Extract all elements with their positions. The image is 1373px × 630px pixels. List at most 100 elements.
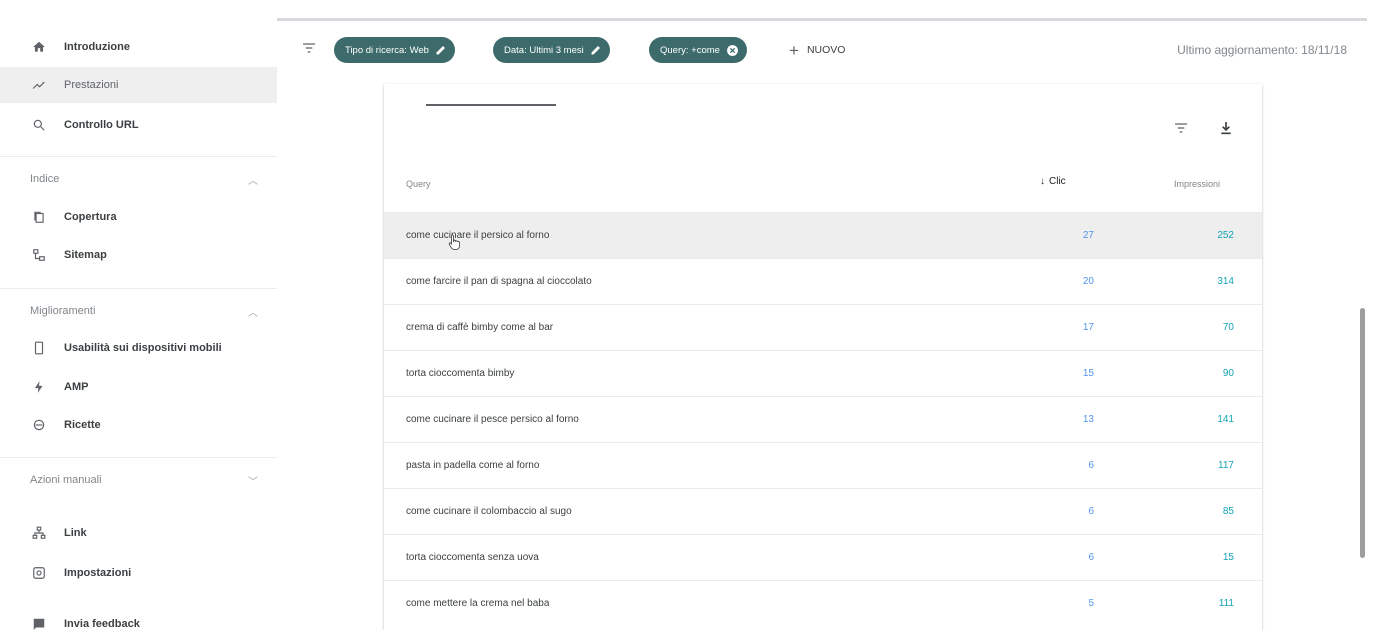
sidebar-item-usabilita[interactable]: Usabilità sui dispositivi mobili [0, 330, 277, 366]
hand-cursor-icon [448, 234, 460, 250]
impressions-cell: 141 [1217, 414, 1234, 425]
table-row[interactable]: come cucinare il persico al forno 27 252 [384, 212, 1262, 258]
sidebar-item-label: Ricette [64, 419, 101, 431]
impressions-cell: 252 [1217, 230, 1234, 241]
sidebar-item-label: Link [64, 527, 87, 539]
section-title: Miglioramenti [30, 305, 96, 317]
new-filter-label: NUOVO [806, 44, 846, 56]
search-icon [30, 116, 48, 134]
sidebar-item-ricette[interactable]: Ricette [0, 407, 277, 443]
copy-icon [30, 208, 48, 226]
clicks-cell: 15 [1082, 368, 1094, 379]
sitemap-icon [30, 246, 48, 264]
chevron-up-icon: ︿ [248, 175, 258, 187]
sidebar-item-impostazioni[interactable]: Impostazioni [0, 555, 277, 591]
query-cell: come cucinare il pesce persico al forno [406, 414, 579, 425]
chip-date[interactable]: Data: Ultimi 3 mesi [493, 37, 610, 63]
table-row[interactable]: torta cioccomenta senza uova 6 15 [384, 534, 1262, 580]
search-console-app: Introduzione Prestazioni Controllo URL I… [0, 0, 1373, 630]
chevron-down-icon: ﹀ [248, 476, 258, 488]
impressions-cell: 85 [1222, 506, 1234, 517]
sidebar-item-copertura[interactable]: Copertura [0, 199, 277, 235]
chip-search-type[interactable]: Tipo di ricerca: Web [334, 37, 455, 63]
query-cell: come cucinare il colombaccio al sugo [406, 506, 572, 517]
phone-icon [30, 339, 48, 357]
active-tab-indicator [426, 104, 556, 106]
sidebar-divider [0, 457, 277, 458]
table-row[interactable]: come cucinare il colombaccio al sugo 6 85 [384, 488, 1262, 534]
table-row[interactable]: pasta in padella come al forno 6 117 [384, 442, 1262, 488]
sidebar-item-label: Introduzione [64, 41, 130, 53]
arrow-down-icon: ↓ [1040, 176, 1045, 187]
clicks-cell: 6 [1088, 460, 1094, 471]
sidebar-item-label: Prestazioni [64, 79, 119, 91]
last-updated: Ultimo aggiornamento: 18/11/18 [1177, 43, 1347, 57]
chip-query[interactable]: Query: +come [649, 37, 747, 63]
chip-label: Query: +come [660, 44, 720, 56]
sidebar-item-label: Invia feedback [64, 618, 140, 630]
section-indice[interactable]: Indice ︿ [0, 164, 277, 194]
top-divider [277, 18, 1367, 21]
sidebar-item-label: Sitemap [64, 249, 107, 261]
trending-up-icon [30, 76, 48, 94]
gear-icon [30, 564, 48, 582]
recipe-icon [30, 416, 48, 434]
query-cell: torta cioccomenta bimby [406, 368, 515, 379]
sidebar-item-label: Controllo URL [64, 119, 139, 131]
close-circle-icon[interactable] [726, 44, 739, 57]
column-header-query[interactable]: Query [406, 179, 431, 189]
impressions-cell: 111 [1218, 598, 1234, 609]
query-cell: come farcire il pan di spagna al cioccol… [406, 276, 592, 287]
query-cell: come mettere la crema nel baba [406, 598, 550, 609]
section-title: Azioni manuali [30, 474, 102, 486]
sidebar-item-introduzione[interactable]: Introduzione [0, 29, 277, 65]
chip-label: Data: Ultimi 3 mesi [504, 44, 584, 56]
clicks-cell: 13 [1082, 414, 1094, 425]
sidebar-item-prestazioni[interactable]: Prestazioni [0, 67, 277, 103]
section-miglioramenti[interactable]: Miglioramenti ︿ [0, 296, 277, 326]
feedback-icon [30, 615, 48, 630]
bolt-icon [30, 378, 48, 396]
sidebar: Introduzione Prestazioni Controllo URL I… [0, 0, 277, 630]
filter-bar: Tipo di ricerca: Web Data: Ultimi 3 mesi… [277, 26, 1373, 74]
impressions-cell: 70 [1222, 322, 1234, 333]
impressions-cell: 90 [1222, 368, 1234, 379]
section-azioni-manuali[interactable]: Azioni manuali ﹀ [0, 465, 277, 495]
impressions-cell: 15 [1222, 552, 1234, 563]
new-filter-button[interactable]: + NUOVO [789, 39, 845, 61]
query-cell: come cucinare il persico al forno [406, 230, 550, 241]
impressions-cell: 117 [1218, 460, 1234, 471]
sidebar-item-feedback[interactable]: Invia feedback [0, 606, 277, 630]
sidebar-item-amp[interactable]: AMP [0, 369, 277, 405]
query-cell: pasta in padella come al forno [406, 460, 540, 471]
sidebar-divider [0, 156, 277, 157]
clicks-cell: 20 [1082, 276, 1094, 287]
sidebar-divider [0, 288, 277, 289]
download-icon[interactable] [1218, 120, 1236, 138]
sidebar-item-controllo-url[interactable]: Controllo URL [0, 107, 277, 143]
queries-card: Query ↓ Clic Impressioni come cucinare i… [384, 84, 1262, 630]
scrollbar-thumb[interactable] [1360, 308, 1365, 558]
clicks-cell: 5 [1088, 598, 1094, 609]
table-row[interactable]: come farcire il pan di spagna al cioccol… [384, 258, 1262, 304]
sidebar-item-sitemap[interactable]: Sitemap [0, 237, 277, 273]
column-header-clicks[interactable]: ↓ Clic [1040, 176, 1066, 187]
table-row[interactable]: torta cioccomenta bimby 15 90 [384, 350, 1262, 396]
query-cell: crema di caffè bimby come al bar [406, 322, 554, 333]
clicks-cell: 27 [1082, 230, 1094, 241]
table-filter-icon[interactable] [1173, 120, 1191, 138]
section-title: Indice [30, 173, 60, 185]
pencil-icon [591, 46, 600, 55]
sidebar-item-label: Impostazioni [64, 567, 132, 579]
filter-icon[interactable] [301, 40, 319, 58]
column-header-label: Clic [1049, 176, 1066, 187]
link-tree-icon [30, 524, 48, 542]
sidebar-item-link[interactable]: Link [0, 515, 277, 551]
plus-icon: + [789, 40, 799, 60]
column-header-impressions[interactable]: Impressioni [1174, 179, 1220, 189]
impressions-cell: 314 [1217, 276, 1234, 287]
table-row[interactable]: come cucinare il pesce persico al forno 1… [384, 396, 1262, 442]
home-icon [30, 38, 48, 56]
table-row[interactable]: come mettere la crema nel baba 5 111 [384, 580, 1262, 626]
table-row[interactable]: crema di caffè bimby come al bar 17 70 [384, 304, 1262, 350]
